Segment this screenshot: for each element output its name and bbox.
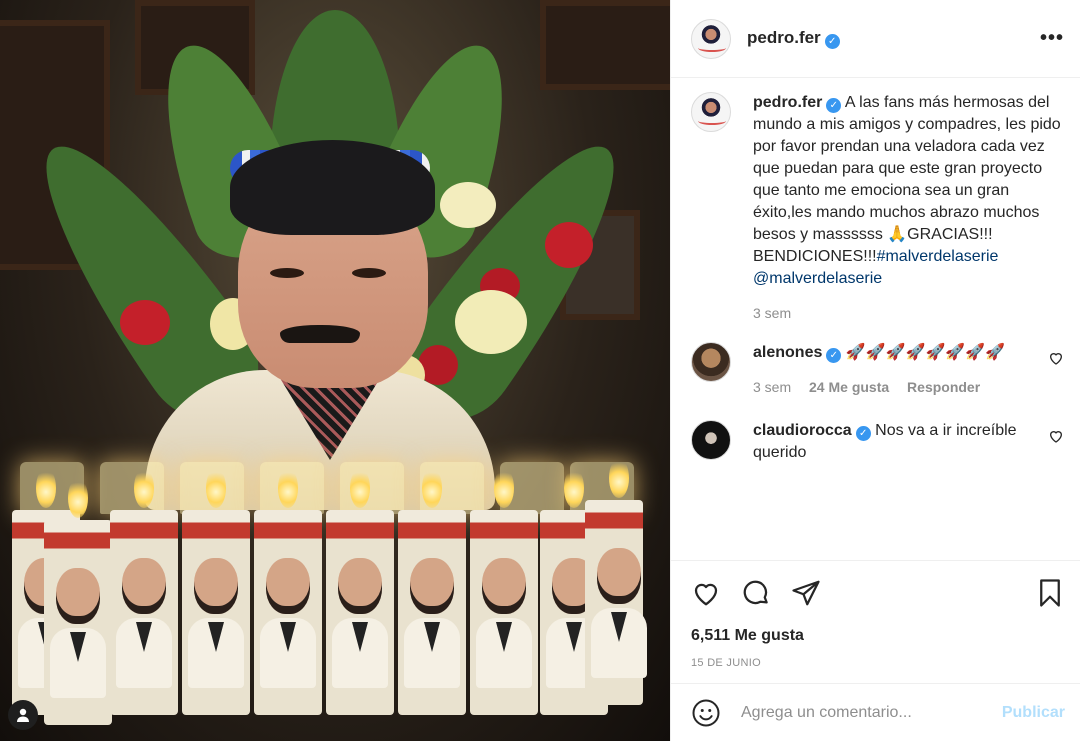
- veladora-candle: [398, 468, 466, 715]
- bust-eye: [352, 268, 386, 278]
- post-actions: 6,511 Me gusta 15 DE JUNIO: [671, 560, 1080, 669]
- comment-composer: Publicar: [671, 683, 1080, 741]
- bust-mustache: [280, 325, 360, 343]
- author-avatar[interactable]: [691, 18, 731, 59]
- veladora-candle: [44, 478, 112, 725]
- white-flower: [440, 182, 496, 228]
- bust-hair: [230, 140, 435, 235]
- comment-heart-icon[interactable]: [1048, 428, 1064, 444]
- red-rose: [120, 300, 170, 345]
- author-username[interactable]: pedro.fer ✓: [747, 28, 840, 49]
- verified-badge-icon: ✓: [826, 98, 842, 113]
- red-rose: [545, 222, 593, 268]
- comment-icon[interactable]: [741, 578, 771, 608]
- caption-text: A las fans más hermosas del mundo a mis …: [753, 94, 1061, 265]
- caption-age[interactable]: 3 sem: [753, 305, 791, 321]
- emoji-icon[interactable]: [691, 698, 721, 728]
- user-tag-icon[interactable]: [8, 700, 38, 730]
- comment-item: alenones ✓ 🚀🚀🚀🚀🚀🚀🚀🚀 3 sem 24 Me gusta Res…: [691, 342, 1064, 398]
- wall-frame: [540, 0, 670, 90]
- verified-badge-icon: ✓: [855, 426, 871, 441]
- heart-icon[interactable]: [691, 578, 721, 608]
- reply-button[interactable]: Responder: [907, 379, 980, 395]
- veladora-candle: [326, 468, 394, 715]
- hashtag-link[interactable]: #malverdelaserie: [877, 248, 999, 265]
- post-image[interactable]: [0, 0, 670, 741]
- comment-text: 🚀🚀🚀🚀🚀🚀🚀🚀: [845, 344, 1006, 361]
- verified-badge-icon: ✓: [824, 34, 840, 49]
- comment-heart-icon[interactable]: [1048, 350, 1064, 366]
- comment-input[interactable]: [741, 703, 1002, 722]
- share-icon[interactable]: [791, 578, 821, 608]
- veladora-candle: [254, 468, 322, 715]
- white-flower: [455, 290, 527, 354]
- more-options-icon[interactable]: •••: [1040, 27, 1064, 50]
- commenter-avatar[interactable]: [691, 342, 731, 382]
- veladora-candle: [470, 468, 538, 715]
- mention-link[interactable]: @malverdelaserie: [753, 270, 882, 287]
- comment-likes[interactable]: 24 Me gusta: [809, 379, 889, 395]
- caption-author[interactable]: pedro.fer: [753, 94, 822, 111]
- comment-age[interactable]: 3 sem: [753, 379, 791, 395]
- author-avatar[interactable]: [691, 92, 731, 132]
- veladora-candle: [110, 468, 178, 715]
- post-side-panel: pedro.fer ✓ ••• pedro.fer ✓ A las fans más…: [670, 0, 1080, 741]
- author-username-text[interactable]: pedro.fer: [747, 28, 821, 47]
- comment-author[interactable]: alenones: [753, 344, 822, 361]
- veladora-candle: [585, 458, 647, 705]
- post-date[interactable]: 15 DE JUNIO: [691, 657, 1065, 669]
- candle-glass: [100, 462, 164, 514]
- commenter-avatar[interactable]: [691, 420, 731, 460]
- veladora-candle: [182, 468, 250, 715]
- likes-count[interactable]: 6,511 Me gusta: [691, 627, 1065, 645]
- comment-author[interactable]: claudiorocca: [753, 422, 852, 439]
- publish-button[interactable]: Publicar: [1002, 704, 1065, 722]
- verified-badge-icon: ✓: [826, 348, 842, 363]
- post-header: pedro.fer ✓ •••: [671, 0, 1080, 78]
- comment-item: claudiorocca ✓ Nos va a ir increíble quer…: [691, 420, 1064, 464]
- bookmark-icon[interactable]: [1035, 578, 1065, 608]
- bust-eye: [270, 268, 304, 278]
- caption: pedro.fer ✓ A las fans más hermosas del m…: [691, 92, 1064, 324]
- comments-list: pedro.fer ✓ A las fans más hermosas del m…: [671, 78, 1080, 558]
